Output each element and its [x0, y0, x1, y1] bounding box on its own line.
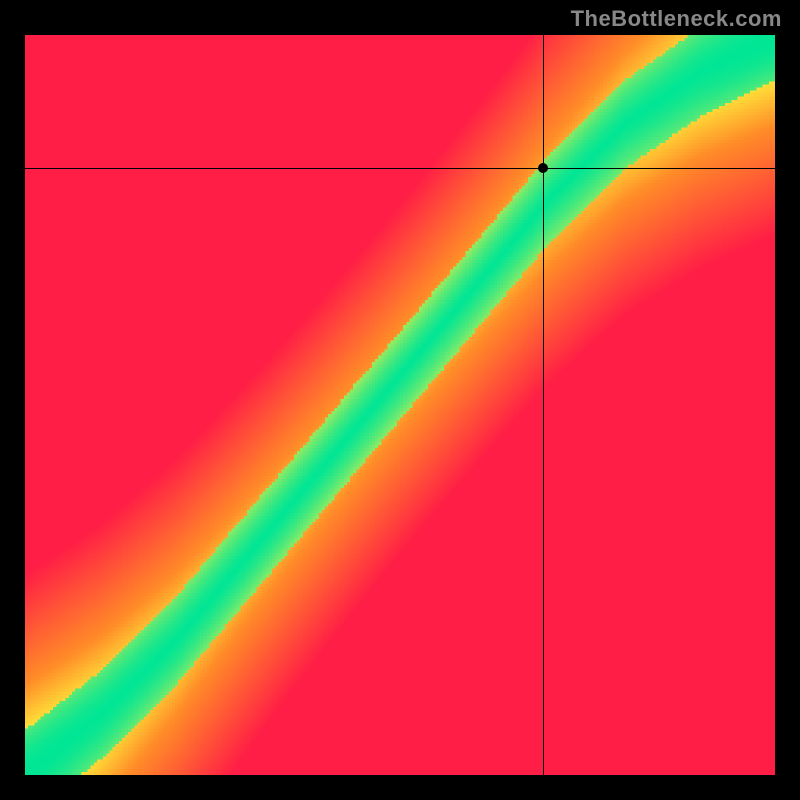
crosshair-vertical [543, 35, 544, 775]
heatmap-plot [25, 35, 775, 775]
heatmap-canvas [25, 35, 775, 775]
crosshair-horizontal [25, 168, 775, 169]
chart-frame: TheBottleneck.com [0, 0, 800, 800]
selection-marker-dot [538, 163, 548, 173]
watermark-text: TheBottleneck.com [571, 6, 782, 32]
